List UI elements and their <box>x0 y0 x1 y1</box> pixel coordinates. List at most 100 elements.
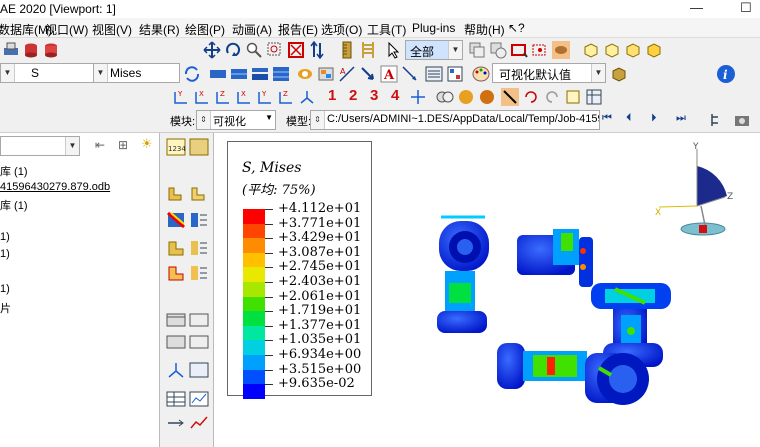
tool-3-icon[interactable] <box>166 239 186 257</box>
query-info-icon[interactable] <box>425 65 443 83</box>
module-select[interactable]: ⇕ 可视化 ▼ <box>196 110 276 130</box>
menu-plot[interactable]: 绘图(P) <box>185 21 225 38</box>
axis-zy-icon[interactable]: Z <box>277 88 295 106</box>
tool-xy-plot-icon[interactable] <box>189 414 209 432</box>
deformed-icon[interactable] <box>230 65 248 83</box>
tree-item-d[interactable]: 片 <box>0 300 11 316</box>
auto-fit-icon[interactable] <box>287 41 305 59</box>
print-icon[interactable] <box>2 41 20 59</box>
tool-common-icon[interactable]: 1234 <box>166 138 186 156</box>
arrow-annotation-icon[interactable] <box>401 65 419 83</box>
step-3-button[interactable]: 3 <box>370 87 378 104</box>
xy-arrow-icon[interactable] <box>359 65 377 83</box>
tool-path-icon[interactable] <box>166 414 186 432</box>
ladder-icon[interactable] <box>359 41 377 59</box>
tool-4-icon[interactable] <box>189 239 209 257</box>
prev-frame-icon[interactable]: ⏴ <box>626 112 632 125</box>
contour-icon[interactable] <box>251 65 269 83</box>
cycle-views-icon[interactable] <box>308 41 326 59</box>
field-output-icon[interactable] <box>446 65 464 83</box>
viewport-tree-icon[interactable] <box>708 111 726 129</box>
axis-xy-icon[interactable]: Y <box>172 88 190 106</box>
axis-zx-icon[interactable]: Z <box>214 88 232 106</box>
color-code-icon[interactable] <box>501 88 519 106</box>
step-2-button[interactable]: 2 <box>349 87 357 104</box>
tool-contour-opts-icon[interactable] <box>189 211 209 229</box>
material-icon[interactable] <box>317 65 335 83</box>
undeformed-icon[interactable] <box>209 65 227 83</box>
palette-icon[interactable] <box>472 65 490 83</box>
next-frame-icon[interactable]: ⏵ <box>651 112 657 125</box>
tree-item-c[interactable]: 1) <box>0 283 10 295</box>
symbol-icon[interactable] <box>296 65 314 83</box>
tool-animate-1-icon[interactable] <box>166 311 186 329</box>
shading-icon[interactable] <box>478 88 496 106</box>
menu-report[interactable]: 报告(E) <box>278 21 318 38</box>
tree-item-database[interactable]: 库 (1) <box>0 163 28 179</box>
sel-tool-3-icon[interactable] <box>510 41 528 59</box>
tool-xy-report-icon[interactable] <box>189 390 209 408</box>
sel-tool-4-icon[interactable] <box>531 41 549 59</box>
axis-yx-icon[interactable]: X <box>193 88 211 106</box>
overlay-icon[interactable] <box>436 88 454 106</box>
tool-2-icon[interactable] <box>189 185 209 203</box>
menu-viewport[interactable]: 视口(W) <box>45 21 88 38</box>
select-arrow-icon[interactable] <box>385 41 403 59</box>
text-annotation-icon[interactable]: A <box>380 65 398 83</box>
tree-tool-1-icon[interactable]: ⇤ <box>95 138 105 152</box>
viewport[interactable]: S, Mises (平均: 75%) +4.112e+01 +3.771e+01 +… <box>215 133 760 447</box>
tree-tool-3-icon[interactable]: ☀ <box>141 136 153 152</box>
view-iso-4-icon[interactable] <box>645 41 663 59</box>
component-select[interactable]: ▼ Mises <box>93 63 180 83</box>
tool-triad-icon[interactable] <box>166 361 186 379</box>
db-open-icon[interactable] <box>42 41 60 59</box>
contour-deformed-icon[interactable] <box>272 65 290 83</box>
whats-this-icon[interactable]: ↖? <box>508 21 525 35</box>
pan-icon[interactable] <box>203 41 221 59</box>
tool-6-icon[interactable] <box>189 264 209 282</box>
tree-filter-select[interactable]: ▼ <box>0 136 80 156</box>
iso-view-icon[interactable] <box>298 88 316 106</box>
camera-icon[interactable] <box>733 111 751 129</box>
db-save-icon[interactable] <box>22 41 40 59</box>
redo-icon[interactable] <box>543 88 561 106</box>
magnify-icon[interactable] <box>245 41 263 59</box>
undo-icon[interactable] <box>522 88 540 106</box>
view-iso-3-icon[interactable] <box>624 41 642 59</box>
tool-a-icon[interactable] <box>564 88 582 106</box>
tool-animate-2-icon[interactable] <box>189 311 209 329</box>
tool-animate-3-icon[interactable] <box>166 333 186 351</box>
menu-help[interactable]: 帮助(H) <box>464 21 505 38</box>
model-path-select[interactable]: ⇕ C:/Users/ADMINI~1.DES/AppData/Local/Tem… <box>310 110 600 130</box>
tree-tool-2-icon[interactable]: ⊞ <box>118 138 128 152</box>
minimize-icon[interactable]: — <box>690 0 703 15</box>
plot-by-path-icon[interactable]: A <box>338 65 356 83</box>
axis-xz-icon[interactable]: X <box>235 88 253 106</box>
ruler-icon[interactable] <box>338 41 356 59</box>
tool-5-icon[interactable] <box>166 264 186 282</box>
cube-style-icon[interactable] <box>610 65 628 83</box>
tool-report-icon[interactable] <box>166 390 186 408</box>
info-icon[interactable]: i <box>716 64 736 84</box>
tool-contour-icon[interactable] <box>166 211 186 229</box>
tool-grid-icon[interactable] <box>189 138 209 156</box>
tool-animate-4-icon[interactable] <box>189 333 209 351</box>
sel-tool-5-icon[interactable] <box>552 41 570 59</box>
menu-view[interactable]: 视图(V) <box>92 21 132 38</box>
tree-item-b[interactable]: 1) <box>0 248 10 260</box>
step-4-button[interactable]: 4 <box>391 87 399 104</box>
axis-yz-icon[interactable]: Y <box>256 88 274 106</box>
first-frame-icon[interactable]: ⏮ <box>602 112 612 125</box>
tree-item-odb[interactable]: 41596430279.879.odb <box>0 181 110 193</box>
render-style-select[interactable]: 可视化默认值 ▼ <box>492 63 606 83</box>
tree-item-a[interactable]: 1) <box>0 231 10 243</box>
tool-table-icon[interactable] <box>189 361 209 379</box>
menu-options[interactable]: 选项(O) <box>321 21 362 38</box>
selection-filter-select[interactable]: 全部 ▼ <box>405 40 463 60</box>
view-iso-1-icon[interactable] <box>582 41 600 59</box>
step-1-button[interactable]: 1 <box>328 87 336 104</box>
view-iso-2-icon[interactable] <box>603 41 621 59</box>
menu-plugins[interactable]: Plug-ins <box>412 21 455 35</box>
zoom-box-icon[interactable] <box>266 41 284 59</box>
menu-tools[interactable]: 工具(T) <box>367 21 406 38</box>
